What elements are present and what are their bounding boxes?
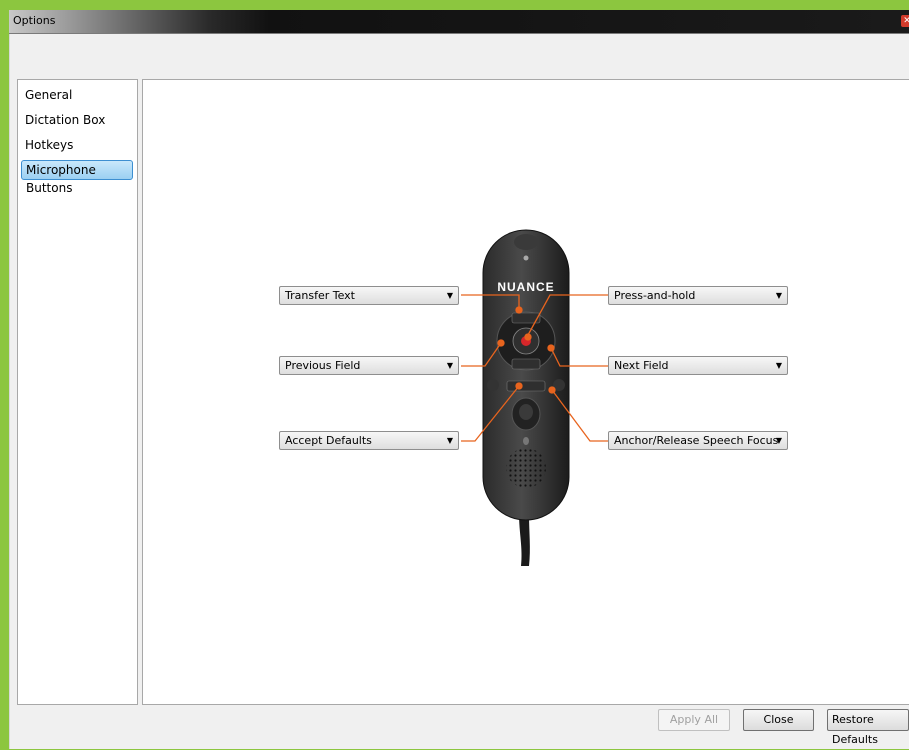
connector-lines (461, 294, 608, 442)
chevron-down-icon: ▼ (446, 291, 453, 300)
close-icon[interactable]: ✕ (901, 15, 909, 27)
next-field-value: Next Field (614, 359, 669, 372)
transfer-text-dropdown[interactable]: Transfer Text ▼ (279, 286, 459, 305)
restore-defaults-button[interactable]: Restore Defaults (827, 709, 909, 746)
transfer-text-value: Transfer Text (285, 289, 355, 302)
apply-all-button[interactable]: Apply All (658, 709, 730, 731)
previous-field-value: Previous Field (285, 359, 361, 372)
title-bar: Options ✕ (9, 10, 909, 34)
press-and-hold-dropdown[interactable]: Press-and-hold ▼ (608, 286, 788, 305)
chevron-down-icon: ▼ (446, 436, 453, 445)
previous-field-dropdown[interactable]: Previous Field ▼ (279, 356, 459, 375)
sidebar-item-microphone-buttons[interactable]: Microphone Buttons (21, 160, 133, 195)
sidebar: General Dictation Box Hotkeys Microphone… (17, 79, 138, 705)
press-and-hold-value: Press-and-hold (614, 289, 696, 302)
sidebar-item-dictation-box[interactable]: Dictation Box (21, 110, 133, 130)
anchor-release-dropdown[interactable]: Anchor/Release Speech Focus ▼ (608, 431, 788, 450)
sidebar-item-general[interactable]: General (21, 85, 133, 105)
close-button[interactable]: Close (743, 709, 814, 731)
chevron-down-icon: ▼ (775, 436, 782, 445)
next-field-dropdown[interactable]: Next Field ▼ (608, 356, 788, 375)
main-panel: NUANCE Transfer Text ▼ Previous Field ▼ … (142, 79, 909, 705)
chevron-down-icon: ▼ (446, 361, 453, 370)
chevron-down-icon: ▼ (775, 361, 782, 370)
anchor-release-value: Anchor/Release Speech Focus (614, 434, 779, 447)
sidebar-item-hotkeys[interactable]: Hotkeys (21, 135, 133, 155)
chevron-down-icon: ▼ (775, 291, 782, 300)
accept-defaults-value: Accept Defaults (285, 434, 372, 447)
window-title: Options (13, 14, 56, 27)
accept-defaults-dropdown[interactable]: Accept Defaults ▼ (279, 431, 459, 450)
